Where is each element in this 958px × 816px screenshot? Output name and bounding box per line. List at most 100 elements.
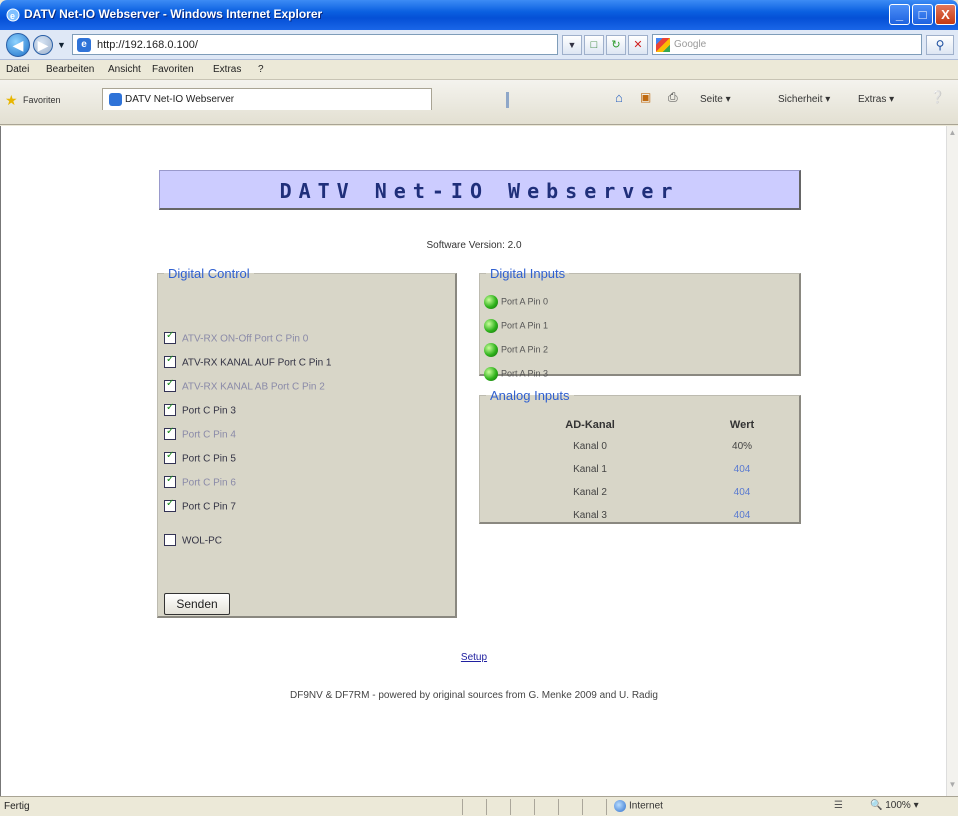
search-placeholder: Google	[674, 39, 707, 50]
software-version: Software Version: 2.0	[426, 240, 522, 251]
digital-input-label: Port A Pin 0	[501, 296, 549, 307]
digital-input-row: Port A Pin 3	[484, 367, 548, 387]
menu-edit[interactable]: Bearbeiten	[46, 64, 94, 75]
setup-link[interactable]: Setup	[1, 652, 947, 663]
led-green-icon	[484, 343, 498, 357]
zoom-control[interactable]: 🔍 100% ▾	[870, 800, 919, 811]
analog-channel: Kanal 1	[573, 464, 607, 475]
digital-input-row: Port A Pin 0	[484, 295, 548, 315]
help-icon[interactable]: ❔	[930, 90, 945, 104]
extras-menu[interactable]: Extras ▾	[858, 94, 894, 105]
protected-mode-icon[interactable]: ☰	[834, 800, 843, 811]
control-checkbox-label: ATV-RX ON-Off Port C Pin 0	[182, 333, 309, 345]
home-icon[interactable]: ⌂	[615, 90, 623, 105]
page-icon: e	[77, 38, 91, 52]
status-divider	[510, 799, 511, 815]
vertical-scrollbar[interactable]: ▲ ▼	[946, 126, 958, 796]
control-checkbox-row[interactable]: ATV-RX KANAL AB Port C Pin 2	[164, 378, 325, 399]
search-input[interactable]: Google	[652, 34, 922, 55]
menu-file[interactable]: Datei	[6, 64, 29, 75]
scroll-down-icon[interactable]: ▼	[947, 780, 958, 794]
tab-divider	[506, 92, 509, 108]
zoom-label: 100%	[885, 800, 911, 811]
menu-extras[interactable]: Extras	[213, 64, 241, 75]
address-url[interactable]: http://192.168.0.100/	[97, 39, 198, 51]
control-checkbox[interactable]	[164, 378, 176, 392]
control-checkbox-row[interactable]: Port C Pin 6	[164, 474, 236, 495]
control-checkbox-row[interactable]: Port C Pin 7	[164, 498, 236, 519]
maximize-button[interactable]: □	[912, 4, 933, 25]
tab-bar: ★ Favoriten DATV Net-IO Webserver ⌂ ▣ ⎙ …	[0, 80, 958, 125]
digital-inputs-panel: Digital Inputs Port A Pin 0 Port A Pin 1 P…	[479, 266, 801, 381]
analog-channel: Kanal 3	[573, 510, 607, 521]
menu-favorites[interactable]: Favoriten	[152, 64, 194, 75]
analog-row: Kanal 3 404	[488, 504, 792, 527]
control-checkbox-label: Port C Pin 7	[182, 501, 236, 513]
title-bar: e DATV Net-IO Webserver - Windows Intern…	[0, 0, 958, 30]
digital-control-panel: Digital Control ATV-RX ON-Off Port C Pin…	[157, 266, 457, 618]
favorites-star-icon[interactable]: ★	[5, 92, 18, 109]
forward-button[interactable]: ▶	[33, 35, 53, 55]
stop-button[interactable]: ✕	[628, 35, 648, 55]
compatibility-view-icon[interactable]: □	[584, 35, 604, 55]
control-checkbox-row[interactable]: Port C Pin 3	[164, 402, 236, 423]
control-checkbox-label: Port C Pin 5	[182, 453, 236, 465]
control-checkbox-row[interactable]: Port C Pin 5	[164, 450, 236, 471]
control-checkbox[interactable]	[164, 402, 176, 416]
close-button[interactable]: X	[935, 4, 956, 25]
analog-channel: Kanal 2	[573, 487, 607, 498]
zone-label: Internet	[629, 800, 663, 812]
digital-input-label: Port A Pin 1	[501, 320, 549, 331]
menu-view[interactable]: Ansicht	[108, 64, 141, 75]
status-bar: Fertig Internet ☰ 🔍 100% ▾	[0, 796, 958, 816]
control-checkbox[interactable]	[164, 426, 176, 440]
control-checkbox[interactable]	[164, 498, 176, 512]
control-checkbox-row[interactable]: ATV-RX KANAL AUF Port C Pin 1	[164, 354, 332, 375]
control-checkbox[interactable]	[164, 450, 176, 464]
feeds-icon[interactable]: ▣	[640, 90, 651, 104]
control-checkbox[interactable]	[164, 330, 176, 344]
status-divider	[534, 799, 535, 815]
control-checkbox-row[interactable]: ATV-RX ON-Off Port C Pin 0	[164, 330, 309, 351]
status-divider	[462, 799, 463, 815]
address-input[interactable]: e http://192.168.0.100/	[72, 34, 558, 55]
status-divider	[606, 799, 607, 815]
scroll-up-icon[interactable]: ▲	[947, 128, 958, 142]
nav-history-dropdown-icon[interactable]: ▼	[57, 40, 66, 50]
analog-value: 404	[733, 510, 751, 521]
safety-menu[interactable]: Sicherheit ▾	[778, 94, 830, 105]
page-viewport: DATV Net-IO Webserver Software Version: …	[0, 126, 946, 796]
address-dropdown-button[interactable]: ▼	[562, 35, 582, 55]
control-checkbox-row[interactable]: WOL-PC	[164, 534, 222, 553]
menu-help[interactable]: ?	[258, 64, 264, 75]
refresh-button[interactable]: ↻	[606, 35, 626, 55]
status-divider	[486, 799, 487, 815]
analog-inputs-legend: Analog Inputs	[490, 388, 570, 403]
page-header: DATV Net-IO Webserver	[159, 170, 801, 210]
ie-logo-icon: e	[6, 8, 20, 22]
analog-inputs-panel: Analog Inputs AD-Kanal Wert Kanal 0 40% Ka…	[479, 388, 801, 524]
back-button[interactable]: ◀	[6, 33, 30, 57]
digital-input-row: Port A Pin 1	[484, 319, 548, 339]
control-checkbox[interactable]	[164, 474, 176, 488]
col-ad-kanal: AD-Kanal	[565, 419, 615, 431]
analog-value: 404	[733, 464, 751, 475]
control-checkbox[interactable]	[164, 354, 176, 368]
control-checkbox-label: Port C Pin 3	[182, 405, 236, 417]
page-menu[interactable]: Seite ▾	[700, 94, 731, 105]
extras-menu-label: Extras	[858, 94, 887, 105]
digital-input-row: Port A Pin 2	[484, 343, 548, 363]
search-button[interactable]: ⚲	[926, 35, 954, 55]
minimize-button[interactable]: _	[889, 4, 910, 25]
tab-active[interactable]: DATV Net-IO Webserver	[102, 88, 509, 110]
send-button[interactable]: Senden	[164, 593, 230, 615]
control-checkbox-row[interactable]: Port C Pin 4	[164, 426, 236, 447]
favorites-label[interactable]: Favoriten	[23, 95, 61, 105]
security-zone[interactable]: Internet	[614, 800, 663, 812]
digital-input-label: Port A Pin 3	[501, 368, 549, 379]
analog-value: 404	[733, 487, 751, 498]
control-checkbox[interactable]	[164, 534, 176, 546]
status-text: Fertig	[4, 801, 30, 812]
print-icon[interactable]: ⎙	[668, 90, 678, 105]
safety-menu-label: Sicherheit	[778, 94, 823, 105]
